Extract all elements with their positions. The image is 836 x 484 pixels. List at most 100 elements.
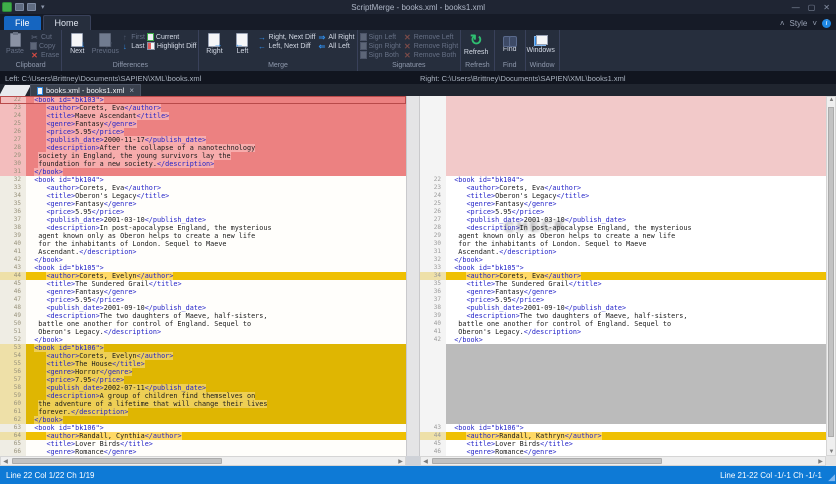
code-line[interactable]: 36 <price>5.95</price>	[0, 208, 406, 216]
merge-all-right-button[interactable]: ⇒ All Right	[317, 33, 355, 42]
close-button[interactable]: ✕	[823, 3, 830, 12]
code-line[interactable]: 32 </book>	[420, 256, 826, 264]
code-line[interactable]: 26 <price>5.95</price>	[0, 128, 406, 136]
code-line[interactable]: 49 <description>The two daughters of Mae…	[0, 312, 406, 320]
merge-right-button[interactable]: → Right	[201, 31, 227, 55]
quick-access-icon[interactable]	[15, 3, 24, 11]
merge-left-button[interactable]: ← Left	[229, 31, 255, 55]
diff-gap-row[interactable]	[420, 112, 826, 120]
code-line[interactable]: 40 battle one another for control of Eng…	[420, 320, 826, 328]
code-line[interactable]: 26 <price>5.95</price>	[420, 208, 826, 216]
diff-gap-row[interactable]	[420, 416, 826, 424]
code-line[interactable]: 62 </book>	[0, 416, 406, 424]
code-line[interactable]: 37 <publish_date>2001-03-10</publish_dat…	[0, 216, 406, 224]
code-line[interactable]: 43 <book id="bk106">	[420, 424, 826, 432]
help-info-icon[interactable]: i	[822, 19, 831, 28]
minimize-button[interactable]: —	[792, 3, 800, 12]
diff-gap-row[interactable]	[420, 160, 826, 168]
remove-both-button[interactable]: ✕ Remove Both	[403, 51, 458, 60]
code-line[interactable]: 61 forever.</description>	[0, 408, 406, 416]
app-icon[interactable]	[2, 2, 12, 12]
code-line[interactable]: 23 <author>Corets, Eva</author>	[420, 184, 826, 192]
quick-access-icon[interactable]	[27, 3, 36, 11]
code-line[interactable]: 39 agent known only as Oberon helps to c…	[0, 232, 406, 240]
code-line[interactable]: 38 <publish_date>2001-09-10</publish_dat…	[420, 304, 826, 312]
merge-all-left-button[interactable]: ⇐ All Left	[317, 42, 354, 51]
diff-gap-row[interactable]	[420, 344, 826, 352]
code-line[interactable]: 46 <genre>Fantasy</genre>	[0, 288, 406, 296]
code-line[interactable]: 50 battle one another for control of Eng…	[0, 320, 406, 328]
code-line[interactable]: 36 <genre>Fantasy</genre>	[420, 288, 826, 296]
scroll-right-arrow-icon[interactable]: ▶	[816, 458, 825, 465]
merge-left-next-diff-button[interactable]: ← Left, Next Diff	[257, 42, 315, 51]
code-line[interactable]: 45 <title>The Sundered Grail</title>	[0, 280, 406, 288]
code-line[interactable]: 24 <title>Maeve Ascendant</title>	[0, 112, 406, 120]
right-horizontal-scrollbar[interactable]: ◀ ▶	[420, 456, 826, 466]
code-line[interactable]: 29 agent known only as Oberon helps to c…	[420, 232, 826, 240]
diff-gap-row[interactable]	[420, 352, 826, 360]
code-line[interactable]: 33 <author>Corets, Eva</author>	[0, 184, 406, 192]
tab-close-icon[interactable]: ×	[129, 86, 134, 95]
code-line[interactable]: 35 <title>The Sundered Grail</title>	[420, 280, 826, 288]
diff-gap-row[interactable]	[420, 368, 826, 376]
code-line[interactable]: 45 <title>Lover Birds</title>	[420, 440, 826, 448]
vertical-scrollbar[interactable]: ▲ ▼	[826, 96, 836, 456]
code-line[interactable]: 64 <author>Randall, Cynthia</author>	[0, 432, 406, 440]
scroll-left-arrow-icon[interactable]: ◀	[1, 458, 10, 465]
document-tab[interactable]: books.xml - books1.xml ×	[30, 84, 142, 96]
diff-gap-row[interactable]	[420, 408, 826, 416]
sign-left-button[interactable]: Sign Left	[359, 33, 401, 41]
code-line[interactable]: 27 <publish_date>2000-11-17</publish_dat…	[0, 136, 406, 144]
code-line[interactable]: 37 <price>5.95</price>	[420, 296, 826, 304]
code-line[interactable]: 22 <book id="bk104">	[420, 176, 826, 184]
code-line[interactable]: 29 society in England, the young survivo…	[0, 152, 406, 160]
diff-gap-row[interactable]	[420, 384, 826, 392]
highlight-diff-button[interactable]: Highlight Diff	[146, 42, 196, 50]
code-line[interactable]: 65 <title>Lover Birds</title>	[0, 440, 406, 448]
code-line[interactable]: 27 <publish_date>2001-03-10</publish_dat…	[420, 216, 826, 224]
scrollbar-thumb[interactable]	[12, 458, 222, 464]
scroll-down-arrow-icon[interactable]: ▼	[827, 449, 836, 455]
code-line[interactable]: 52 </book>	[0, 336, 406, 344]
next-difference-button[interactable]: ↓ Next	[64, 31, 90, 55]
code-line[interactable]: 30 for the inhabitants of London. Sequel…	[420, 240, 826, 248]
code-line[interactable]: 31 Ascendant.</description>	[420, 248, 826, 256]
code-line[interactable]: 25 <genre>Fantasy</genre>	[420, 200, 826, 208]
scroll-right-arrow-icon[interactable]: ▶	[396, 458, 405, 465]
code-line[interactable]: 32 <book id="bk104">	[0, 176, 406, 184]
code-line[interactable]: 54 <author>Corets, Evelyn</author>	[0, 352, 406, 360]
code-line[interactable]: 47 <price>5.95</price>	[0, 296, 406, 304]
diff-gap-row[interactable]	[420, 400, 826, 408]
code-line[interactable]: 39 <description>The two daughters of Mae…	[420, 312, 826, 320]
previous-difference-button[interactable]: ↑ Previous	[92, 31, 119, 55]
code-line[interactable]: 42 </book>	[420, 336, 826, 344]
diff-gap-row[interactable]	[420, 104, 826, 112]
diff-gap-row[interactable]	[420, 152, 826, 160]
code-line[interactable]: 59 <description>A group of children find…	[0, 392, 406, 400]
code-line[interactable]: 53 <book id="bk106">	[0, 344, 406, 352]
resize-grip[interactable]: ◢	[828, 472, 835, 483]
code-line[interactable]: 44 <author>Randall, Kathryn</author>	[420, 432, 826, 440]
style-caret-icon[interactable]: ˅	[812, 19, 817, 28]
code-line[interactable]: 63 <book id="bk106">	[0, 424, 406, 432]
paste-button[interactable]: Paste	[2, 31, 28, 55]
code-line[interactable]: 23 <author>Corets, Eva</author>	[0, 104, 406, 112]
current-difference-button[interactable]: Current	[146, 33, 197, 41]
remove-right-button[interactable]: ✕ Remove Right	[403, 42, 458, 51]
left-horizontal-scrollbar[interactable]: ◀ ▶	[0, 456, 406, 466]
code-line[interactable]: 24 <title>Oberon's Legacy</title>	[420, 192, 826, 200]
code-line[interactable]: 41 Ascendant.</description>	[0, 248, 406, 256]
code-line[interactable]: 44 <author>Corets, Evelyn</author>	[0, 272, 406, 280]
erase-button[interactable]: ✕ Erase	[30, 51, 59, 60]
diff-gap-row[interactable]	[420, 168, 826, 176]
style-dropdown[interactable]: Style	[790, 19, 808, 28]
code-line[interactable]: 46 <genre>Romance</genre>	[420, 448, 826, 456]
diff-gap-row[interactable]	[420, 136, 826, 144]
collapse-ribbon-caret-icon[interactable]: ˄	[780, 19, 785, 28]
code-line[interactable]: 34 <title>Oberon's Legacy</title>	[0, 192, 406, 200]
code-line[interactable]: 51 Oberon's Legacy.</description>	[0, 328, 406, 336]
pane-divider[interactable]	[406, 96, 420, 456]
code-line[interactable]: 33 <book id="bk105">	[420, 264, 826, 272]
code-line[interactable]: 57 <price>7.95</price>	[0, 376, 406, 384]
code-line[interactable]: 42 </book>	[0, 256, 406, 264]
